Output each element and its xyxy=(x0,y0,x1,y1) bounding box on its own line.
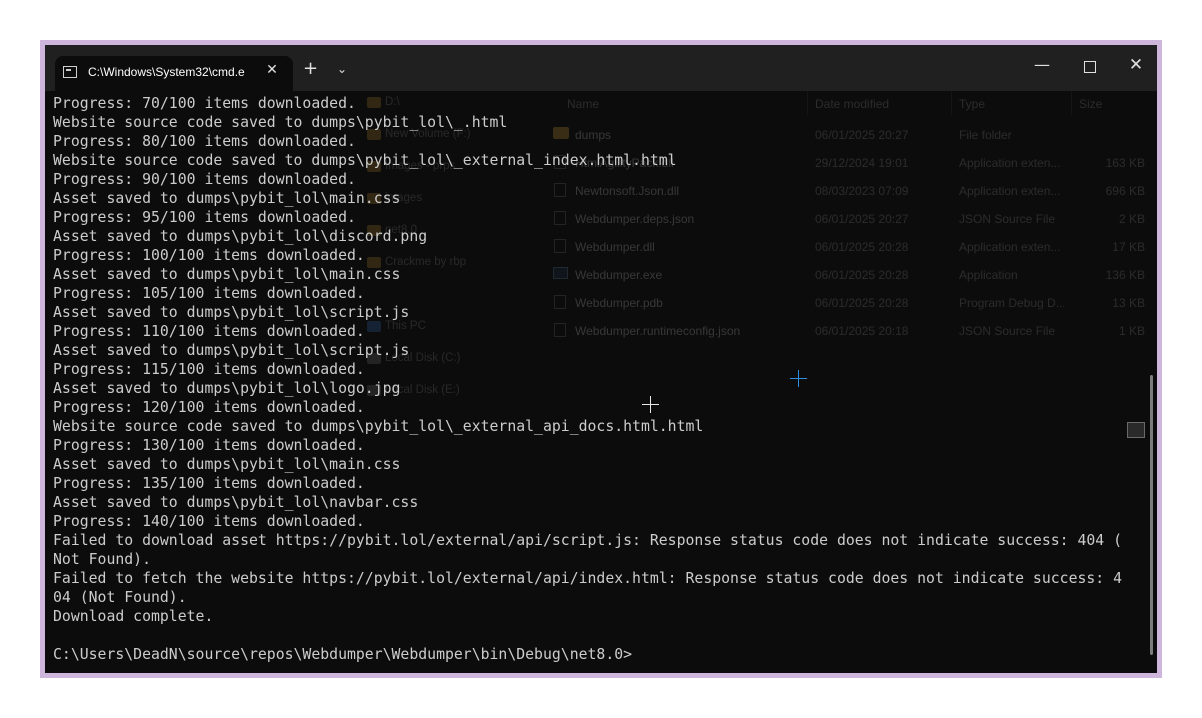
console-line: Progress: 105/100 items downloaded. xyxy=(53,285,365,302)
console-line: Failed to download asset https://pybit.l… xyxy=(53,532,1123,549)
console-line: Progress: 135/100 items downloaded. xyxy=(53,475,365,492)
console-scrollbar[interactable] xyxy=(1150,375,1153,655)
close-window-button[interactable]: ✕ xyxy=(1126,55,1146,75)
title-bar[interactable]: C:\Windows\System32\cmd.e ✕ + ⌄ — ✕ xyxy=(45,45,1157,91)
console-line: Not Found). xyxy=(53,551,151,568)
tab-close-icon[interactable]: ✕ xyxy=(263,62,281,78)
blue-crosshair-cursor xyxy=(790,370,807,387)
console-line: Asset saved to dumps\pybit_lol\main.css xyxy=(53,190,401,207)
console-line: Asset saved to dumps\pybit_lol\logo.jpg xyxy=(53,380,401,397)
tab-cmd[interactable]: C:\Windows\System32\cmd.e ✕ xyxy=(55,56,293,91)
console-line: Download complete. xyxy=(53,608,214,625)
console-line: Progress: 130/100 items downloaded. xyxy=(53,437,365,454)
console-line: Website source code saved to dumps\pybit… xyxy=(53,152,677,169)
terminal-window: Name Date modified Type Size D:\ New Vol… xyxy=(40,40,1162,678)
terminal-icon xyxy=(63,66,77,78)
console-line: Progress: 140/100 items downloaded. xyxy=(53,513,365,530)
console-line: Website source code saved to dumps\pybit… xyxy=(53,114,508,131)
new-tab-button[interactable]: + xyxy=(303,58,318,79)
console-line: Asset saved to dumps\pybit_lol\script.js xyxy=(53,304,410,321)
maximize-button[interactable] xyxy=(1084,61,1096,73)
console-line: Asset saved to dumps\pybit_lol\navbar.cs… xyxy=(53,494,419,511)
details-view-icon xyxy=(1127,422,1145,438)
console-line: Progress: 110/100 items downloaded. xyxy=(53,323,365,340)
console-line: C:\Users\DeadN\source\repos\Webdumper\We… xyxy=(53,646,633,663)
mouse-crosshair-cursor xyxy=(642,396,659,413)
tab-title: C:\Windows\System32\cmd.e xyxy=(88,65,245,79)
console-line: Progress: 95/100 items downloaded. xyxy=(53,209,356,226)
console-line: Progress: 80/100 items downloaded. xyxy=(53,133,356,150)
console-line: Progress: 90/100 items downloaded. xyxy=(53,171,356,188)
terminal-window-inner: Name Date modified Type Size D:\ New Vol… xyxy=(45,45,1157,673)
console-output[interactable]: Progress: 70/100 items downloaded. Websit… xyxy=(53,94,1153,669)
console-line: Progress: 100/100 items downloaded. xyxy=(53,247,365,264)
console-line: Progress: 120/100 items downloaded. xyxy=(53,399,365,416)
console-line: Website source code saved to dumps\pybit… xyxy=(53,418,704,435)
console-line: Asset saved to dumps\pybit_lol\discord.p… xyxy=(53,228,428,245)
console-line: Failed to fetch the website https://pybi… xyxy=(53,570,1123,587)
chevron-down-icon[interactable]: ⌄ xyxy=(337,62,347,76)
console-line: Progress: 70/100 items downloaded. xyxy=(53,95,356,112)
console-line: Asset saved to dumps\pybit_lol\script.js xyxy=(53,342,410,359)
console-line: Asset saved to dumps\pybit_lol\main.css xyxy=(53,456,401,473)
console-line: Progress: 115/100 items downloaded. xyxy=(53,361,365,378)
console-line: Asset saved to dumps\pybit_lol\main.css xyxy=(53,266,401,283)
minimize-button[interactable]: — xyxy=(1030,55,1054,74)
console-line: 04 (Not Found). xyxy=(53,589,187,606)
